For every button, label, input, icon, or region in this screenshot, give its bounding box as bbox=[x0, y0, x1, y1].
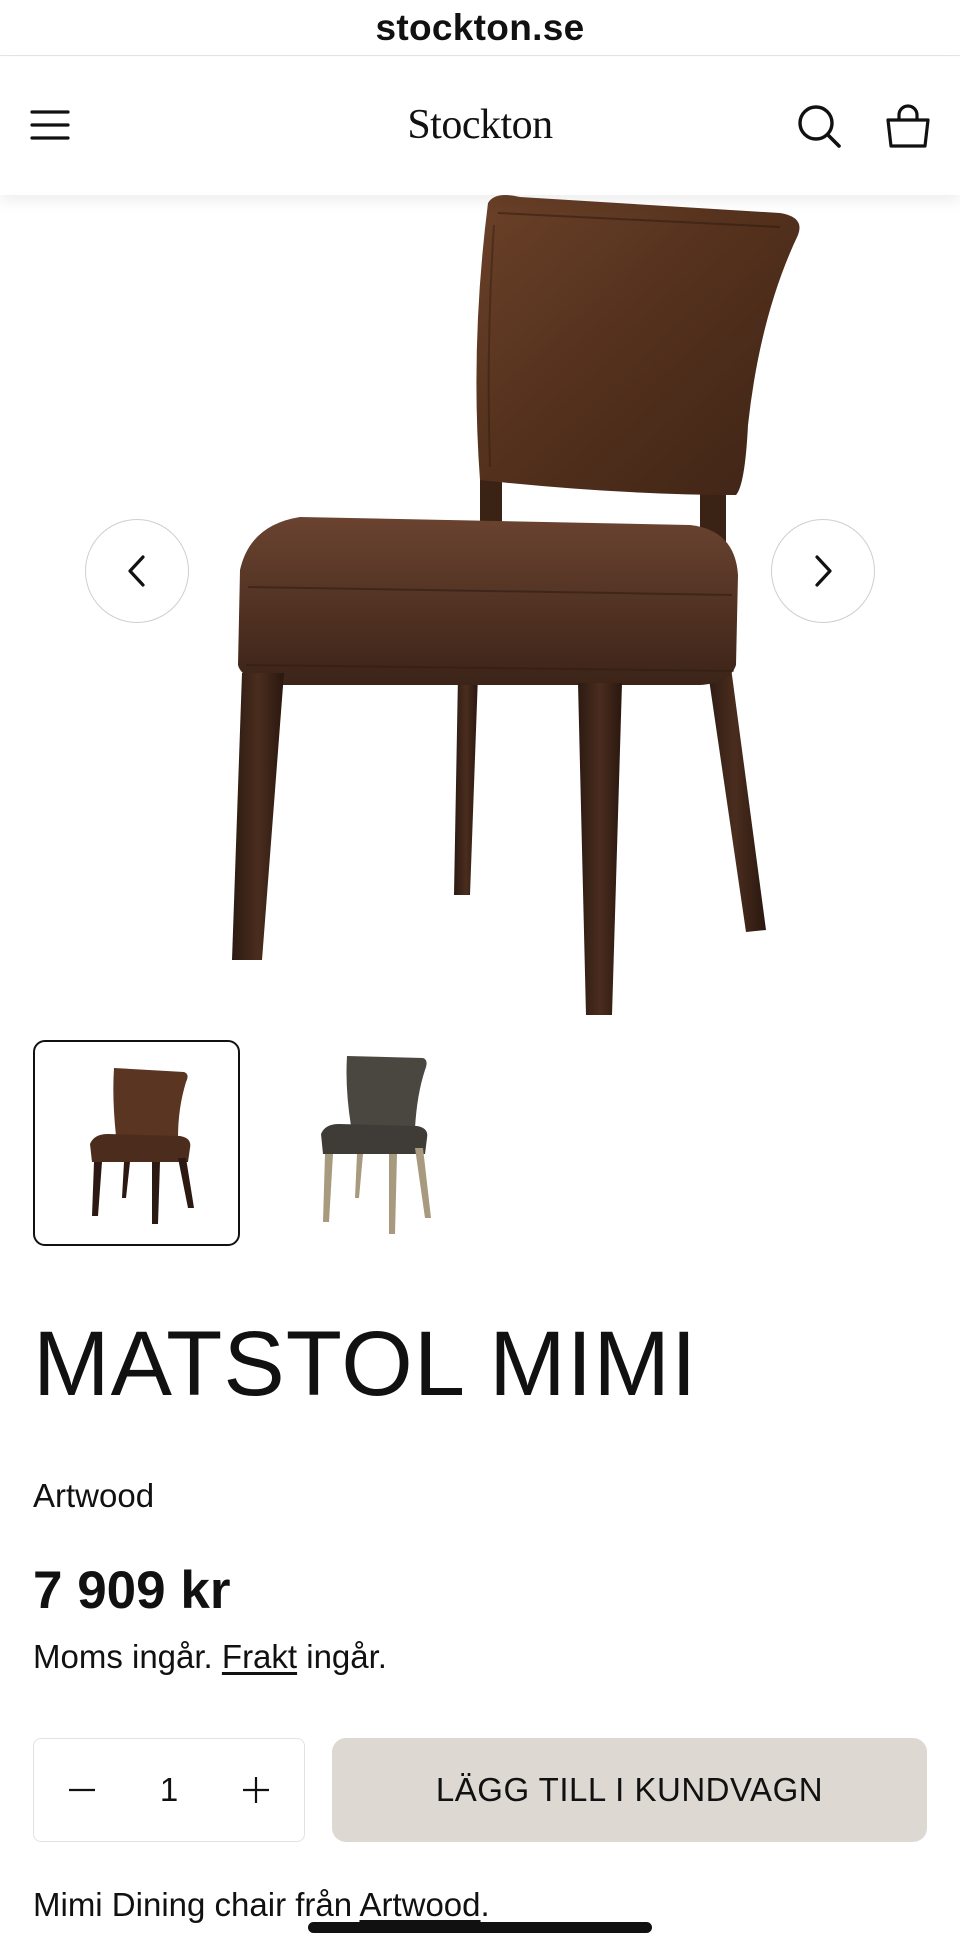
quantity-decrease-button[interactable] bbox=[62, 1770, 102, 1810]
gallery-next-button[interactable] bbox=[771, 519, 875, 623]
plus-icon bbox=[242, 1777, 269, 1803]
add-to-cart-button[interactable]: LÄGG TILL I KUNDVAGN bbox=[332, 1738, 927, 1842]
shipping-link[interactable]: Frakt bbox=[222, 1638, 297, 1675]
tax-shipping-info: Moms ingår. Frakt ingår. bbox=[33, 1638, 387, 1676]
thumbnail-grey-chair[interactable] bbox=[262, 1040, 469, 1246]
search-icon[interactable] bbox=[796, 103, 842, 149]
minus-icon bbox=[69, 1788, 95, 1792]
product-gallery bbox=[0, 195, 960, 1025]
quantity-value[interactable]: 1 bbox=[160, 1771, 178, 1809]
chevron-right-icon bbox=[815, 555, 832, 587]
quantity-stepper: 1 bbox=[33, 1738, 305, 1842]
thumbnail-strip bbox=[33, 1040, 469, 1246]
description-suffix: . bbox=[480, 1886, 490, 1923]
site-header: Stockton bbox=[0, 57, 960, 195]
product-brand: Artwood bbox=[33, 1477, 155, 1514]
chevron-left-icon bbox=[128, 555, 145, 587]
description-prefix: Mimi Dining chair från bbox=[33, 1886, 353, 1923]
product-title: MATSTOL MIMI bbox=[33, 1313, 698, 1415]
url-text: stockton.se bbox=[375, 6, 585, 48]
tax-prefix: Moms ingår. bbox=[33, 1638, 213, 1675]
home-indicator[interactable] bbox=[308, 1922, 652, 1933]
tax-suffix: ingår. bbox=[306, 1638, 387, 1675]
browser-url-bar[interactable]: stockton.se bbox=[0, 0, 960, 56]
quantity-increase-button[interactable] bbox=[236, 1770, 276, 1810]
product-price: 7 909 kr bbox=[33, 1561, 231, 1620]
product-description: Mimi Dining chair från Artwood. bbox=[33, 1886, 490, 1924]
thumbnail-brown-chair[interactable] bbox=[33, 1040, 240, 1246]
gallery-prev-button[interactable] bbox=[85, 519, 189, 623]
description-brand-link[interactable]: Artwood bbox=[359, 1886, 480, 1923]
shopping-bag-icon[interactable] bbox=[884, 103, 932, 149]
